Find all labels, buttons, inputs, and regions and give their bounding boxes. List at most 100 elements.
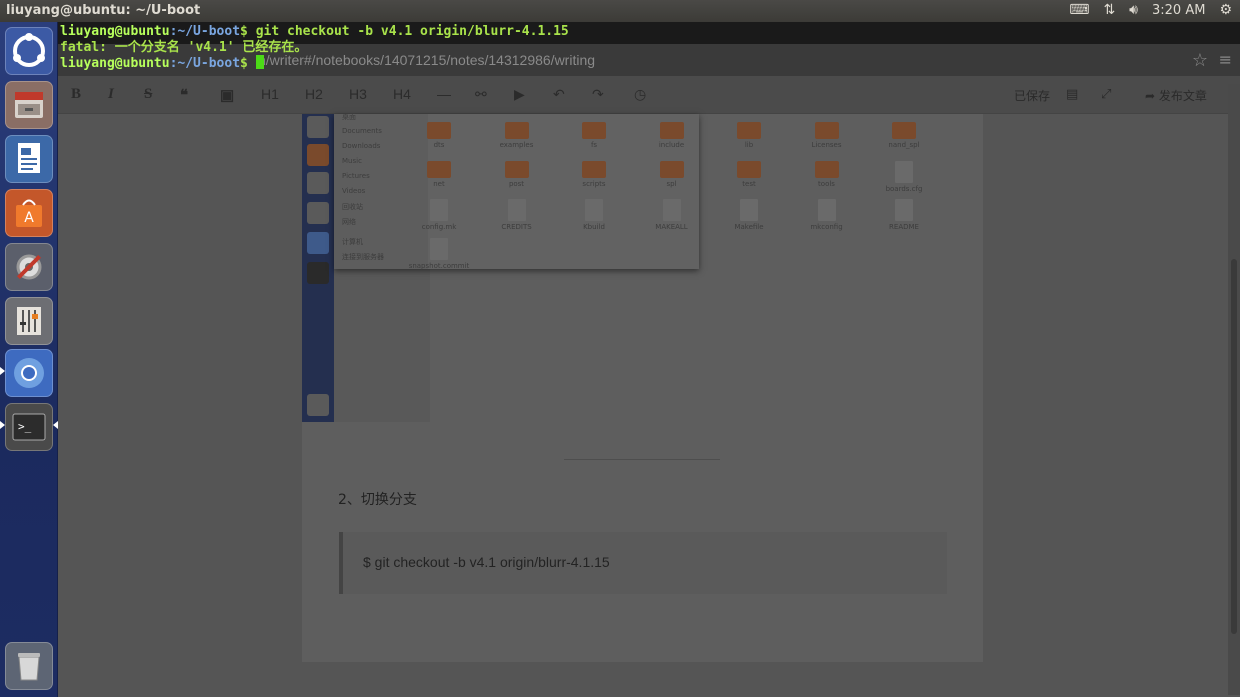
file-icon [895,160,913,183]
file-cabinet-icon [15,92,43,118]
prompt-path: :~/U-boot [169,24,241,39]
folder-item: test [714,160,784,188]
link-icon[interactable]: ⚯ [475,86,487,103]
file-label: CREDITS [501,223,532,231]
launcher: A >_ [0,22,58,697]
embed-terminal-icon [307,262,329,284]
undo-icon[interactable]: ↶ [553,86,565,103]
ubuntu-dash-button[interactable] [5,27,53,75]
terminal-window[interactable]: liuyang@ubuntu:~/U-boot$ git checkout -b… [58,22,1240,71]
chromium-button[interactable] [5,349,53,397]
embed-side-item: 网络 [342,218,356,226]
window-title: liuyang@ubuntu: ~/U-boot [6,3,201,18]
code-block: $ git checkout -b v4.1 origin/blurr-4.1.… [339,532,947,594]
file-item: CREDITS [482,199,552,231]
file-label: include [658,141,685,149]
file-label: fs [590,141,598,149]
file-item: README [869,199,939,231]
file-item: config.mk [404,199,474,231]
files-button[interactable] [5,81,53,129]
embed-trash-icon [307,394,329,416]
video-icon[interactable]: ▶ [514,86,525,103]
scrollbar-thumb[interactable] [1231,259,1237,634]
folder-icon [737,160,761,178]
volume-icon[interactable]: 🔊︎ [1129,2,1138,18]
folder-item: dts [404,122,474,149]
file-label: spl [666,179,677,188]
prompt-user: liuyang@ubuntu [60,24,170,39]
gear-icon[interactable]: ⚙ [1219,2,1232,18]
redo-icon[interactable]: ↷ [592,86,604,103]
save-icon[interactable]: ▤ [1066,87,1078,102]
file-label: boards.cfg [885,184,923,193]
file-icon [430,199,448,221]
writer-button[interactable] [5,135,53,183]
file-item: boards.cfg [869,160,939,193]
folder-icon [892,122,916,139]
software-center-button[interactable]: A [5,189,53,237]
keyboard-icon[interactable]: ⌨ [1069,2,1089,18]
h2-button[interactable]: H2 [305,86,323,102]
embed-mixer-icon [307,202,329,224]
folder-icon [582,160,606,178]
file-label: nand_spl [888,141,920,149]
folder-icon [659,122,684,139]
trash-icon [18,653,40,681]
embed-side-item: Pictures [342,172,370,180]
svg-text:>_: >_ [18,420,32,433]
mixer-button[interactable] [5,297,53,345]
terminal-icon: >_ [12,413,46,441]
file-icon [430,237,448,260]
embed-launcher [302,114,334,422]
embed-file-manager: 桌面 Documents Downloads Music Pictures Vi… [334,113,922,270]
bold-button[interactable]: B [71,86,81,103]
file-label: post [508,179,525,188]
h3-button[interactable]: H3 [349,86,367,102]
folder-item: spl [637,160,707,188]
system-settings-button[interactable] [5,243,53,291]
embed-side-item: Music [342,157,362,165]
folder-icon [814,122,839,139]
folder-item: nand_spl [869,122,939,149]
folder-icon [504,122,529,139]
prompt-path: :~/U-boot [169,56,241,71]
top-panel: liuyang@ubuntu: ~/U-boot ⌨ ⇅ 🔊︎ 3:20 AM … [0,0,1240,22]
h4-button[interactable]: H4 [393,86,411,102]
history-clock-icon[interactable]: ◷ [634,86,646,103]
publish-button[interactable]: ➦ 发布文章 [1145,87,1207,104]
trash-button[interactable] [5,642,53,690]
clock[interactable]: 3:20 AM [1152,3,1205,18]
file-item: Kbuild [559,199,629,231]
folder-icon [504,160,529,178]
network-icon[interactable]: ⇅ [1103,2,1115,18]
quote-icon[interactable]: ❝ [180,86,188,105]
horizontal-rule-button[interactable]: — [437,86,451,102]
scrollbar[interactable] [1228,84,1240,695]
terminal-output: fatal: 一个分支名 'v4.1' 已经存在。 [60,39,308,55]
folder-item: fs [559,122,629,149]
file-label: dts [433,141,445,149]
folder-icon [427,160,451,178]
folder-item: examples [482,122,552,149]
embed-store-icon [307,144,329,166]
italic-button[interactable]: I [108,86,114,103]
embed-side-item: Downloads [342,142,381,150]
file-label: Licenses [811,141,842,149]
file-item: snapshot.commit [404,237,474,270]
fullscreen-icon[interactable]: ⤢ [1101,87,1111,102]
folder-icon [659,160,684,178]
image-icon[interactable]: ▣ [220,86,234,105]
folder-item: include [637,122,707,149]
embed-settings-icon [307,172,329,194]
file-label: test [742,179,756,188]
editor-toolbar: B I S ❝ ▣ H1 H2 H3 H4 — ⚯ ▶ ↶ ↷ ◷ 已保存 ▤ … [58,76,1240,114]
folder-item: Licenses [792,122,862,149]
svg-text:A: A [24,210,34,226]
document-page[interactable]: 桌面 Documents Downloads Music Pictures Vi… [302,113,983,662]
h1-button[interactable]: H1 [261,86,279,102]
strikethrough-button[interactable]: S [144,86,152,103]
file-icon [740,199,758,221]
terminal-button[interactable]: >_ [5,403,53,451]
file-icon [817,199,836,221]
browser-window: n/writer#/notebooks/14071215/notes/14312… [58,22,1240,697]
